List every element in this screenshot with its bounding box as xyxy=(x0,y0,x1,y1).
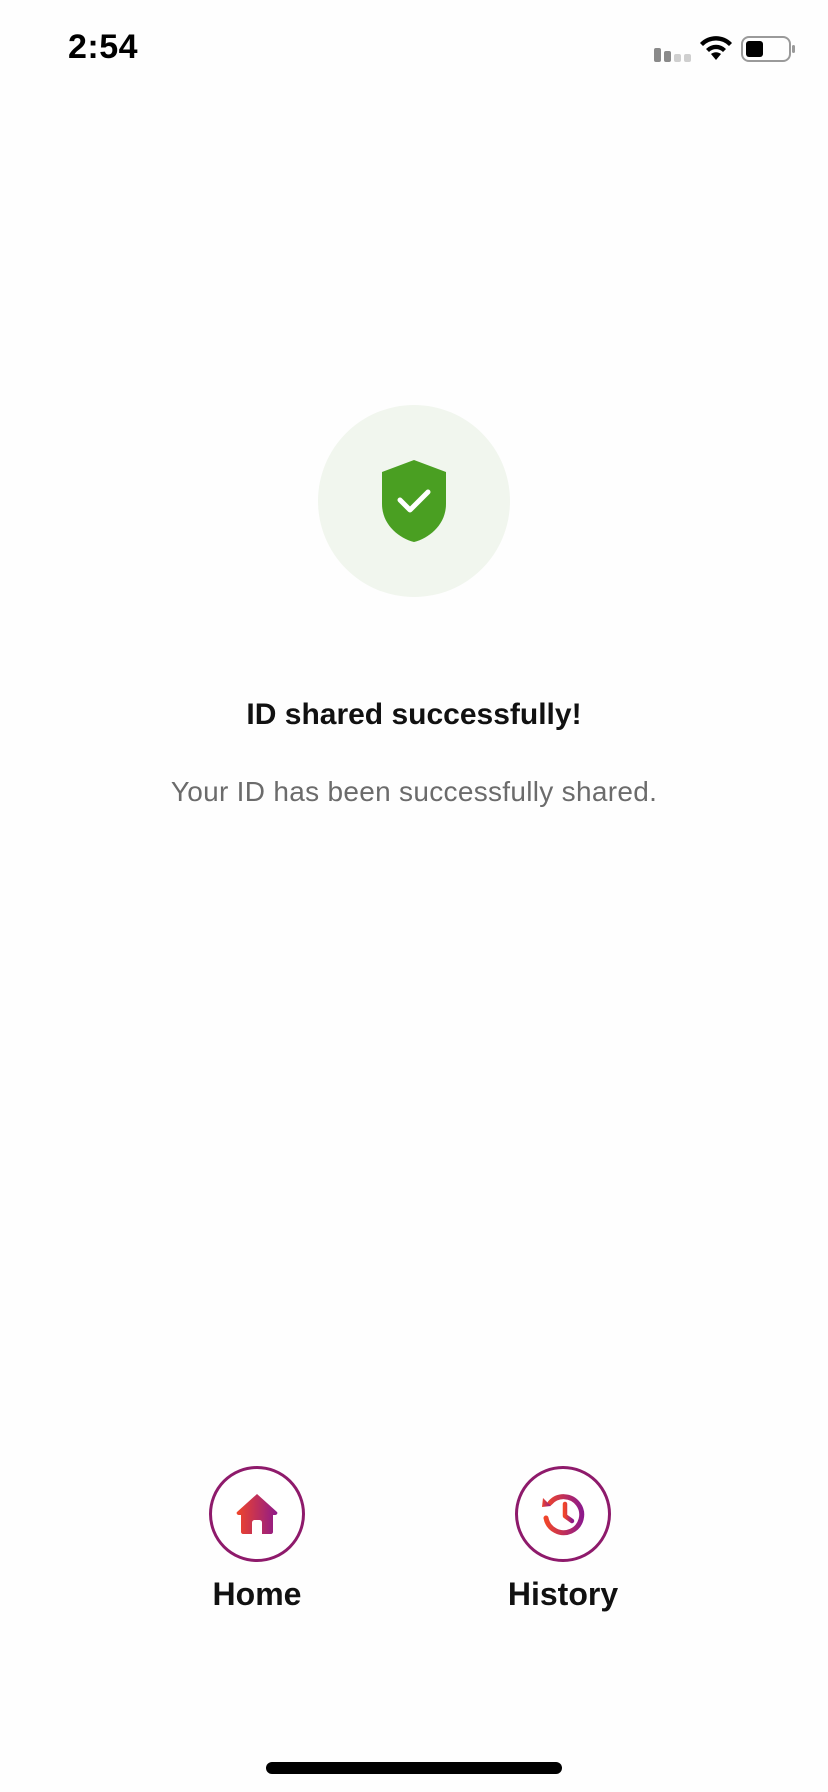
status-time: 2:54 xyxy=(68,28,139,66)
success-message: Your ID has been successfully shared. xyxy=(170,776,658,807)
history-button[interactable]: History xyxy=(473,1466,653,1613)
home-button[interactable]: Home xyxy=(167,1466,347,1613)
success-screen: 2:54 ID shared successfully! Your ID has… xyxy=(0,0,828,1792)
cellular-signal-icon xyxy=(654,48,691,62)
success-badge xyxy=(318,405,510,597)
home-icon xyxy=(236,1494,278,1534)
success-title: ID shared successfully! xyxy=(246,698,582,731)
history-label[interactable]: History xyxy=(473,1576,653,1613)
home-button-ring[interactable] xyxy=(209,1466,305,1562)
history-button-ring[interactable] xyxy=(515,1466,611,1562)
wifi-icon xyxy=(700,36,732,60)
shield-check-icon xyxy=(382,460,446,542)
history-icon xyxy=(542,1494,585,1536)
home-indicator[interactable] xyxy=(266,1762,562,1774)
home-label[interactable]: Home xyxy=(167,1576,347,1613)
status-bar: 2:54 xyxy=(0,0,828,100)
battery-icon xyxy=(741,36,795,62)
